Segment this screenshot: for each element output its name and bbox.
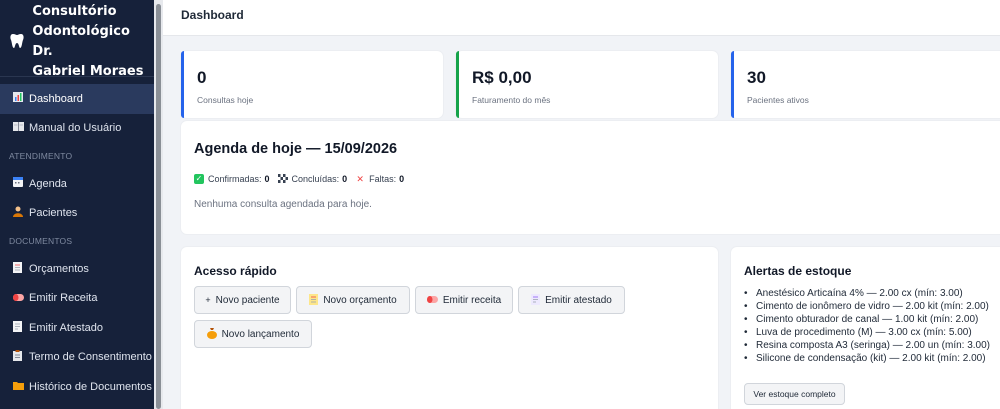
sidebar-item-label: Agenda (29, 177, 67, 190)
person-icon (13, 206, 29, 220)
stat-card-consultas: 0 Consultas hoje (181, 51, 443, 118)
legend-count: 0 (399, 174, 405, 184)
calendar-icon (13, 177, 29, 190)
stock-alert-item: Resina composta A3 (seringa) — 2.00 un (… (744, 339, 990, 352)
clipboard-icon (13, 350, 29, 364)
stock-alert-item: Anestésico Articaína 4% — 2.00 cx (mín: … (744, 287, 990, 300)
sidebar-item-label: Dashboard (29, 92, 83, 105)
button-label: Novo orçamento (323, 294, 397, 306)
document-icon (13, 261, 29, 276)
stat-value: 30 (747, 68, 766, 87)
stock-alert-item: Silicone de condensação (kit) — 2.00 kit… (744, 352, 990, 365)
stock-alert-item: Cimento de ionômero de vidro — 2.00 kit … (744, 300, 990, 313)
page-icon (13, 320, 29, 335)
page-title: Dashboard (181, 8, 244, 22)
agenda-legend: ✓ Confirmadas: 0 Concluídas: 0 ✕ Faltas:… (194, 174, 412, 184)
agenda-card: Agenda de hoje — 15/09/2026 ✓ Confirmada… (181, 121, 1000, 234)
section-heading-atendimento: ATENDIMENTO (9, 151, 73, 161)
sidebar-item-orcamentos[interactable]: Orçamentos (0, 254, 154, 284)
legend-label: Faltas: (369, 174, 397, 184)
sidebar-item-emitir-receita[interactable]: Emitir Receita (0, 284, 154, 314)
sidebar-item-label: Emitir Receita (29, 292, 98, 305)
stat-label: Faturamento do mês (472, 95, 551, 105)
legend-label: Confirmadas: (208, 174, 262, 184)
new-entry-button[interactable]: Novo lançamento (194, 320, 312, 348)
check-icon: ✓ (194, 174, 204, 184)
stat-label: Consultas hoje (197, 95, 254, 105)
quick-access-title: Acesso rápido (194, 264, 277, 278)
agenda-title: Agenda de hoje — 15/09/2026 (194, 141, 398, 157)
stock-alerts-list: Anestésico Articaína 4% — 2.00 cx (mín: … (744, 287, 990, 365)
sidebar-item-label: Histórico de Documentos (29, 380, 152, 393)
pill-icon (13, 293, 29, 304)
document-icon (309, 293, 319, 307)
section-heading-documentos: DOCUMENTOS (9, 236, 73, 246)
sidebar-item-label: Termo de Consentimento (29, 351, 152, 364)
stock-alerts-card: Alertas de estoque Anestésico Articaína … (731, 247, 1000, 409)
stat-label: Pacientes ativos (747, 95, 809, 105)
clinic-name-line: Odontológico Dr. (32, 24, 130, 59)
agenda-empty-message: Nenhuma consulta agendada para hoje. (194, 199, 372, 210)
chart-icon (13, 92, 29, 105)
legend-completed: Concluídas: 0 (277, 174, 348, 184)
button-label: Novo paciente (215, 294, 280, 306)
stock-alert-item: Cimento obturador de canal — 1.00 kit (m… (744, 313, 990, 326)
button-label: Emitir receita (442, 294, 502, 306)
legend-missed: ✕ Faltas: 0 (355, 174, 404, 184)
issue-certificate-button[interactable]: Emitir atestado (518, 286, 625, 314)
sidebar-item-pacientes[interactable]: Pacientes (0, 199, 154, 229)
sidebar-item-label: Pacientes (29, 207, 78, 220)
view-full-stock-button[interactable]: Ver estoque completo (744, 383, 845, 405)
stat-value: R$ 0,00 (472, 68, 532, 87)
issue-prescription-button[interactable]: Emitir receita (415, 286, 513, 314)
new-budget-button[interactable]: Novo orçamento (296, 286, 410, 314)
sidebar-item-historico-documentos[interactable]: Histórico de Documentos (0, 372, 154, 402)
sidebar-item-agenda[interactable]: Agenda (0, 169, 154, 199)
legend-count: 0 (264, 174, 270, 184)
sidebar-item-manual[interactable]: Manual do Usuário (0, 114, 154, 144)
stock-alerts-title: Alertas de estoque (744, 264, 852, 278)
legend-confirmed: ✓ Confirmadas: 0 (194, 174, 270, 184)
sidebar-item-label: Orçamentos (29, 262, 89, 275)
stat-accent-bar (181, 51, 184, 118)
clinic-name-line: Gabriel Moraes (32, 64, 144, 79)
scrollbar-thumb[interactable] (156, 4, 161, 409)
quick-access-card: Acesso rápido + Novo paciente Novo orçam… (181, 247, 718, 409)
page-icon (531, 293, 541, 307)
new-patient-button[interactable]: + Novo paciente (194, 286, 291, 314)
legend-label: Concluídas: (291, 174, 340, 184)
x-mark-icon: ✕ (356, 174, 364, 184)
clinic-name: Consultório Odontológico Dr. Gabriel Mor… (32, 2, 144, 82)
stat-accent-bar (731, 51, 734, 118)
clinic-name-line: Consultório (32, 4, 117, 19)
tooth-icon (10, 33, 26, 52)
brand: Consultório Odontológico Dr. Gabriel Mor… (0, 0, 154, 79)
topbar: Dashboard (163, 0, 1000, 36)
button-label: Novo lançamento (221, 328, 300, 340)
plus-icon: + (205, 295, 211, 305)
stat-card-faturamento: R$ 0,00 Faturamento do mês (456, 51, 718, 118)
stock-alert-item: Luva de procedimento (M) — 3.00 cx (mín:… (744, 326, 990, 339)
stat-accent-bar (456, 51, 459, 118)
sidebar-item-dashboard[interactable]: Dashboard (0, 84, 154, 114)
legend-count: 0 (342, 174, 348, 184)
money-bag-icon (206, 327, 217, 341)
sidebar-item-label: Emitir Atestado (29, 321, 103, 334)
sidebar-nav: Dashboard Manual do Usuário ATENDIMENTO … (0, 77, 154, 402)
sidebar-item-termo-consentimento[interactable]: Termo de Consentimento (0, 343, 154, 373)
stat-value: 0 (197, 68, 207, 87)
checkered-flag-icon (277, 174, 288, 184)
folder-icon (13, 381, 29, 393)
book-icon (13, 122, 29, 134)
sidebar-scrollbar[interactable] (154, 0, 163, 409)
pill-icon (426, 295, 438, 305)
button-label: Emitir atestado (545, 294, 612, 306)
stat-card-pacientes: 30 Pacientes ativos (731, 51, 1000, 118)
sidebar: Consultório Odontológico Dr. Gabriel Mor… (0, 0, 154, 409)
sidebar-item-emitir-atestado[interactable]: Emitir Atestado (0, 313, 154, 343)
sidebar-item-label: Manual do Usuário (29, 122, 122, 135)
